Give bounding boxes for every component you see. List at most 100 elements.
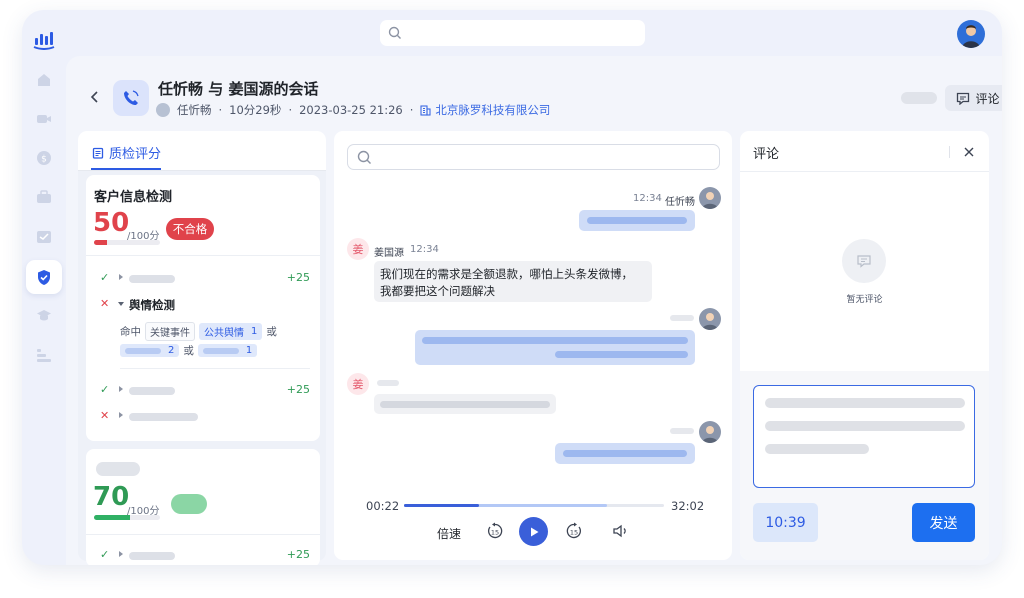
- playback-progress[interactable]: [404, 504, 664, 507]
- forward-15-icon[interactable]: 15: [565, 522, 583, 540]
- bar-list-icon[interactable]: [31, 342, 57, 368]
- qc-rule-row[interactable]: ✓ +25: [94, 547, 310, 563]
- rule-points: +25: [286, 271, 310, 284]
- rewind-15-icon[interactable]: 15: [486, 522, 504, 540]
- qc-score-bar: [94, 515, 160, 520]
- or-label: 或: [183, 345, 194, 357]
- qc-rule-row[interactable]: ✓ +25: [94, 270, 310, 286]
- customer-avatar: 姜: [347, 238, 369, 260]
- speed-button[interactable]: 倍速: [437, 525, 461, 542]
- speaker-name: 姜国源: [374, 248, 404, 259]
- rule-label: 舆情检测: [129, 298, 175, 312]
- total-time: 32:02: [671, 499, 705, 513]
- agent-avatar: [699, 187, 721, 209]
- back-arrow-icon[interactable]: [88, 89, 102, 103]
- qc-tabbar: 质检评分: [78, 131, 326, 171]
- or-label: 或: [266, 326, 277, 338]
- caret-right-icon[interactable]: [119, 386, 123, 392]
- redacted-meta: [670, 428, 694, 434]
- agent-message-bubble: [579, 210, 695, 231]
- shield-check-icon[interactable]: [26, 260, 62, 294]
- hit-tag: 2: [120, 344, 180, 357]
- tab-underline: [91, 168, 161, 170]
- redacted-label: [129, 275, 175, 283]
- check-icon: ✓: [100, 271, 110, 284]
- phone-call-icon: [113, 80, 149, 116]
- caret-right-icon[interactable]: [119, 274, 123, 280]
- play-button[interactable]: [519, 517, 548, 546]
- divider: [740, 171, 989, 172]
- agent-message-bubble: [415, 330, 695, 365]
- home-icon[interactable]: [31, 67, 57, 93]
- speaker-name: 任忻畅: [665, 197, 695, 208]
- hit-tag-count: 1: [251, 326, 258, 337]
- call-duration: 10分29秒: [229, 103, 282, 117]
- qc-card-2: 70 /100分 ✓ +25: [86, 449, 320, 565]
- chart-logo-icon[interactable]: [33, 30, 55, 50]
- qc-rule-row[interactable]: ✕: [94, 408, 310, 424]
- status-badge: [171, 494, 207, 514]
- redacted-label: [129, 387, 175, 395]
- fail-badge: 不合格: [166, 218, 214, 240]
- rule-hit-detail: 命中 关键事件 公共舆情 1 或: [120, 322, 277, 341]
- graduation-cap-icon[interactable]: [31, 302, 57, 328]
- message-text: 我们现在的需求是全额退款，哪怕上头条发微博， 我都要把这个问题解决: [380, 267, 633, 298]
- qc-card-title: 客户信息检测: [94, 190, 173, 205]
- qc-score-value: 50: [93, 208, 130, 238]
- empty-state-text: 暂无评论: [846, 295, 883, 305]
- check-icon: ✓: [100, 548, 110, 561]
- hit-label: 命中: [120, 326, 141, 338]
- redacted-label: [129, 413, 198, 421]
- qc-score-value: 70: [93, 482, 130, 512]
- hit-tag-count: 2: [168, 345, 175, 356]
- redacted-label: [129, 552, 175, 560]
- user-avatar[interactable]: [957, 20, 985, 48]
- volume-icon[interactable]: [612, 522, 630, 540]
- search-icon: [388, 26, 401, 39]
- agent-name: 任忻畅: [177, 103, 212, 117]
- building-icon: [420, 104, 431, 116]
- briefcase-icon[interactable]: [31, 184, 57, 210]
- hit-tag: 公共舆情 1: [199, 323, 263, 340]
- comment-button[interactable]: 评论: [945, 85, 1002, 111]
- main-content: 任忻畅 与 姜国源的会话 任忻畅 · 10分29秒 · 2023-03-25 2…: [66, 56, 1002, 565]
- forward-15-label: 15: [570, 529, 578, 537]
- rule-points: +25: [286, 383, 310, 396]
- message-time: 12:34: [633, 193, 662, 204]
- page-title: 任忻畅 与 姜国源的会话: [158, 80, 319, 98]
- caret-down-icon[interactable]: [118, 302, 124, 306]
- send-button[interactable]: 发送: [912, 503, 975, 542]
- qc-rule-row[interactable]: ✓ +25: [94, 382, 310, 398]
- hit-tag-count: 1: [245, 345, 253, 356]
- transcript-panel: 12:34 任忻畅 姜 姜国源 12:34 我们现在的需求是全额退款，哪怕上头条…: [334, 131, 732, 560]
- caret-right-icon[interactable]: [119, 551, 123, 557]
- qc-rule-row[interactable]: ✕ 舆情检测: [94, 296, 310, 312]
- qc-score-bar-fill: [94, 515, 131, 520]
- coin-icon[interactable]: $: [31, 145, 57, 171]
- audio-player: 00:22 32:02 倍速 15 15: [334, 491, 732, 560]
- transcript-search-input[interactable]: [347, 144, 720, 170]
- check-icon: ✓: [100, 383, 110, 396]
- comment-textarea[interactable]: [753, 385, 975, 488]
- agent-avatar: [156, 103, 170, 117]
- comment-icon: [957, 92, 970, 105]
- divider: [949, 146, 950, 158]
- global-search-input[interactable]: [380, 20, 645, 46]
- customer-message-bubble: [374, 394, 556, 414]
- redacted-meta: [670, 315, 694, 321]
- search-icon: [357, 150, 371, 164]
- caret-right-icon[interactable]: [119, 412, 123, 418]
- comment-button-label: 评论: [975, 91, 1000, 106]
- timestamp-chip[interactable]: 10:39: [753, 503, 818, 542]
- agent-avatar: [699, 308, 721, 330]
- cross-icon: ✕: [100, 409, 110, 422]
- comments-panel: 评论 暂无评论 10:39 发送: [740, 131, 989, 560]
- divider: [86, 534, 320, 535]
- sidebar-rail: $: [22, 10, 66, 565]
- redacted-meta: [377, 380, 399, 386]
- calendar-icon[interactable]: [31, 223, 57, 249]
- company-link[interactable]: 北京脉罗科技有限公司: [420, 102, 550, 118]
- close-icon[interactable]: [962, 144, 976, 158]
- tab-qc-score[interactable]: 质检评分: [92, 143, 161, 162]
- video-icon[interactable]: [31, 106, 57, 132]
